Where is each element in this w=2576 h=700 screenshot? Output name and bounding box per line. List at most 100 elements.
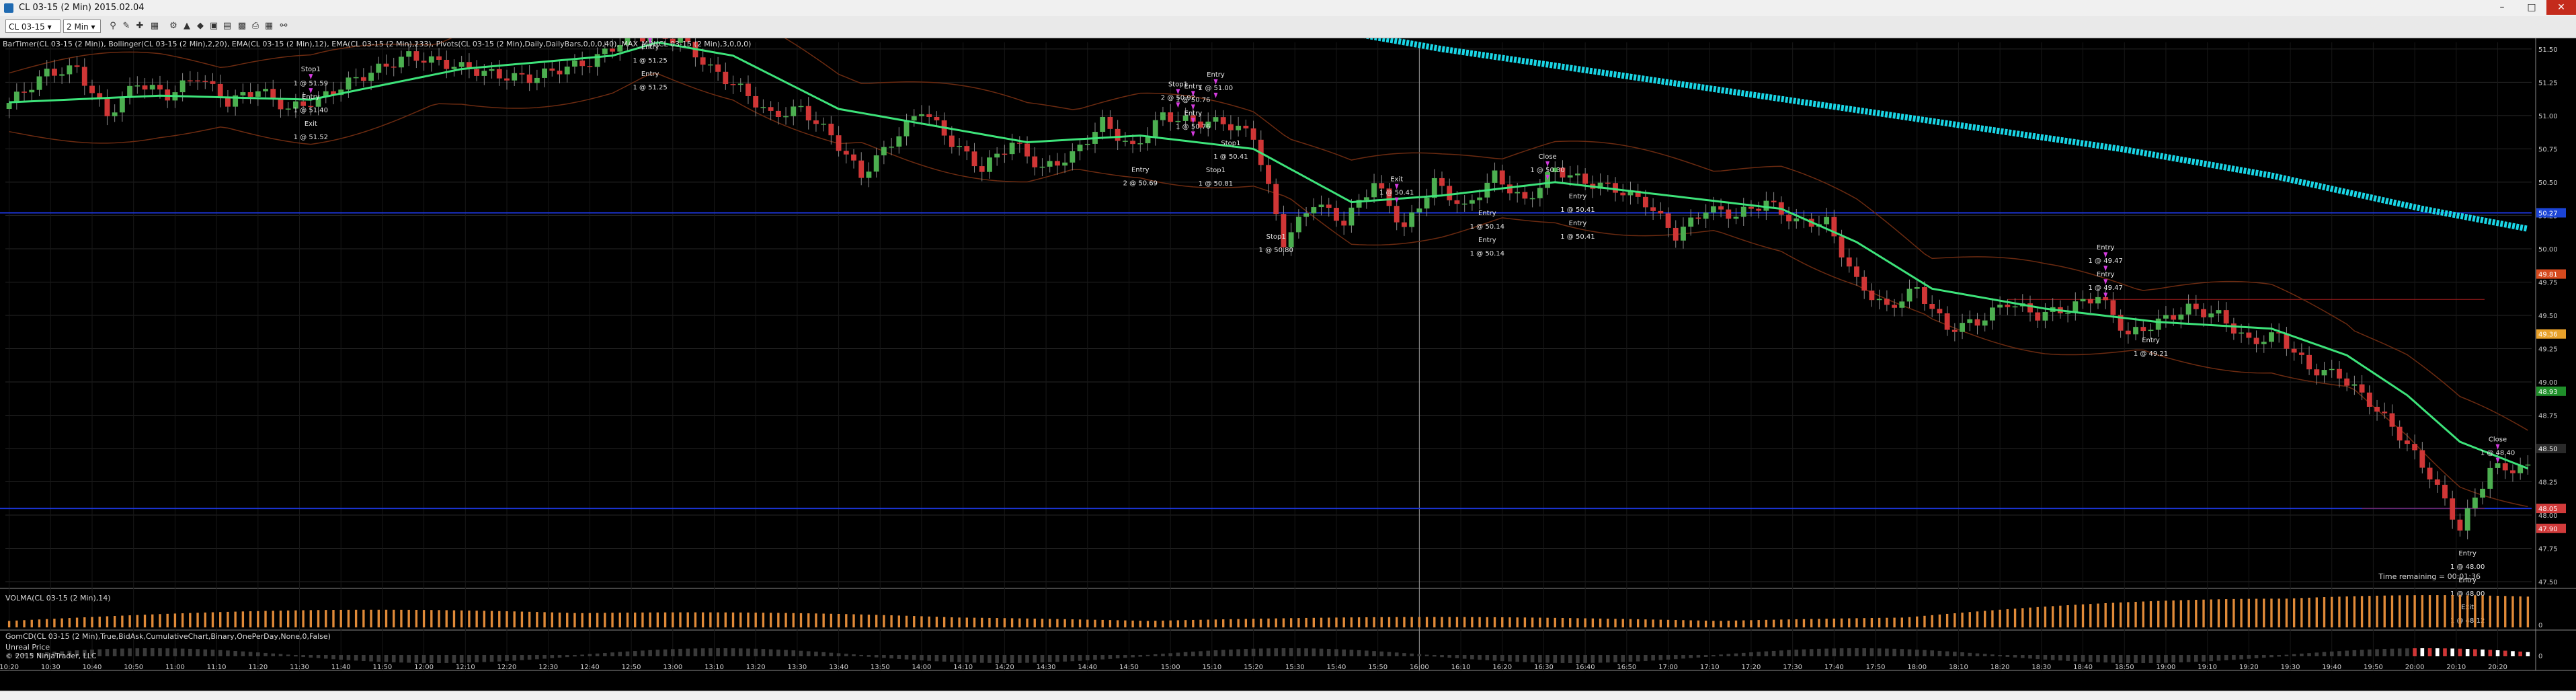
time-tick-label: 11:50	[372, 664, 392, 671]
horizontal-scrollbar[interactable]	[0, 691, 2576, 700]
cumdelta-bar	[1576, 655, 1580, 663]
time-tick-label: 17:50	[1866, 664, 1886, 671]
cumdelta-bar	[505, 655, 509, 662]
trade-label: 1 @ 50.81	[1199, 180, 1233, 188]
print-icon[interactable]: ⎙	[250, 21, 261, 32]
volume-bar	[1320, 617, 1323, 627]
volume-bar	[2444, 595, 2446, 627]
cumdelta-bar	[1568, 655, 1572, 663]
trade-label: 1 @ 48.00	[2450, 563, 2485, 571]
cumdelta-bar	[1937, 650, 1942, 656]
candle-body	[1002, 153, 1008, 155]
maximize-button[interactable]: □	[2517, 0, 2546, 15]
cumdelta-bar	[2141, 655, 2146, 663]
cumdelta-bar	[233, 651, 237, 656]
time-tick-label: 17:10	[1700, 664, 1720, 671]
volume-bar	[2157, 600, 2160, 627]
strategies-icon[interactable]: ◆	[195, 21, 206, 32]
layout-icon[interactable]: ▦	[264, 21, 274, 32]
chart-properties-icon[interactable]: ⚙	[168, 21, 179, 32]
candle-body	[1839, 236, 1845, 258]
link-icon[interactable]: ⚯	[278, 21, 289, 32]
volume-bar	[2278, 598, 2280, 627]
template-icon[interactable]: ▤	[222, 21, 233, 32]
time-tick-label: 17:00	[1658, 664, 1678, 671]
interval-select[interactable]: 2 Min ▾	[63, 20, 101, 33]
close-button[interactable]: ✕	[2546, 0, 2576, 15]
candle-body	[1748, 206, 1754, 209]
zoom-icon[interactable]: ⚲	[108, 21, 118, 32]
volume-bar	[1463, 617, 1466, 627]
cumdelta-bar	[2156, 655, 2161, 663]
candle-body	[1341, 221, 1347, 226]
volume-bar	[2331, 596, 2333, 627]
volume-bar	[354, 609, 358, 627]
minimize-button[interactable]: –	[2487, 0, 2517, 15]
cumdelta-bar	[2096, 655, 2100, 662]
candle-body	[2140, 327, 2146, 332]
indicators-icon[interactable]: ▲	[182, 21, 192, 32]
cumdelta-bar	[226, 650, 230, 656]
crosshair-icon[interactable]: ✚	[134, 21, 145, 32]
volume-bar	[2021, 608, 2024, 627]
candle-body	[36, 76, 42, 90]
volume-bar	[234, 611, 237, 627]
cumdelta-bar	[105, 649, 110, 656]
cumdelta-bar	[1553, 655, 1558, 663]
volume-bar	[2202, 599, 2205, 627]
volume-bar	[604, 613, 606, 627]
volume-bar	[1569, 618, 1572, 627]
cumdelta-bar	[942, 655, 947, 662]
bar-type-icon[interactable]: ▦	[149, 21, 160, 32]
cumdelta-bar	[1018, 655, 1022, 663]
cumdelta-bar	[768, 649, 773, 656]
candle-body	[360, 77, 366, 81]
time-tick-label: 16:00	[1410, 664, 1429, 671]
candle-body	[1024, 143, 1030, 157]
volume-bar	[2224, 599, 2228, 627]
pencil-icon[interactable]: ✎	[121, 21, 132, 32]
time-tick-label: 18:10	[1949, 664, 1968, 671]
cumdelta-bar	[286, 654, 290, 656]
volume-bar	[1523, 617, 1527, 627]
cumdelta-bar	[995, 655, 999, 663]
candle-body	[1794, 218, 1800, 222]
cumdelta-bar	[2465, 649, 2470, 656]
cumdelta-bar	[1131, 655, 1135, 658]
volume-bar	[2413, 595, 2416, 627]
candle-body	[89, 85, 95, 93]
candle-body	[1100, 116, 1106, 132]
cumdelta-bar	[1621, 655, 1625, 662]
price-chart[interactable]: Stop1 1 @ 51.59 Entry 1 @ 51.40 Exit 1 @ 51.5…	[0, 38, 2576, 691]
screenshot-icon[interactable]: ▩	[237, 21, 247, 32]
volume-bar	[1886, 617, 1888, 627]
cumdelta-bar	[1410, 653, 1414, 656]
cumdelta-bar	[1394, 652, 1399, 656]
data-box-icon[interactable]: ▣	[208, 21, 219, 32]
instrument-select[interactable]: CL 03-15 ▾	[5, 20, 61, 33]
candle-body	[1401, 222, 1407, 227]
cumdelta-bar	[1869, 648, 1874, 656]
volume-bar	[1410, 617, 1413, 627]
candle-body	[564, 67, 570, 75]
cumdelta-bar	[1749, 652, 1753, 656]
cumdelta-bar	[241, 651, 245, 656]
candle-body	[1311, 207, 1317, 214]
volume-bar	[2338, 596, 2341, 627]
volume-bar	[151, 614, 154, 627]
candle-body	[1726, 209, 1732, 219]
trade-label: Entry	[641, 71, 659, 78]
volume-bar	[506, 611, 508, 627]
cumdelta-bar	[2148, 655, 2153, 663]
volume-bar	[1734, 620, 1738, 627]
volume-bar	[83, 617, 86, 627]
cumdelta-bar	[1455, 655, 1459, 658]
volume-bar	[1757, 620, 1760, 627]
candle-body	[1424, 198, 1430, 209]
volume-bar	[1984, 611, 1986, 627]
volume-bar	[905, 615, 908, 627]
candle-body	[6, 103, 12, 110]
trade-label: Stop1	[1206, 167, 1225, 174]
volume-bar	[1244, 619, 1248, 627]
candle-body	[1227, 124, 1234, 130]
